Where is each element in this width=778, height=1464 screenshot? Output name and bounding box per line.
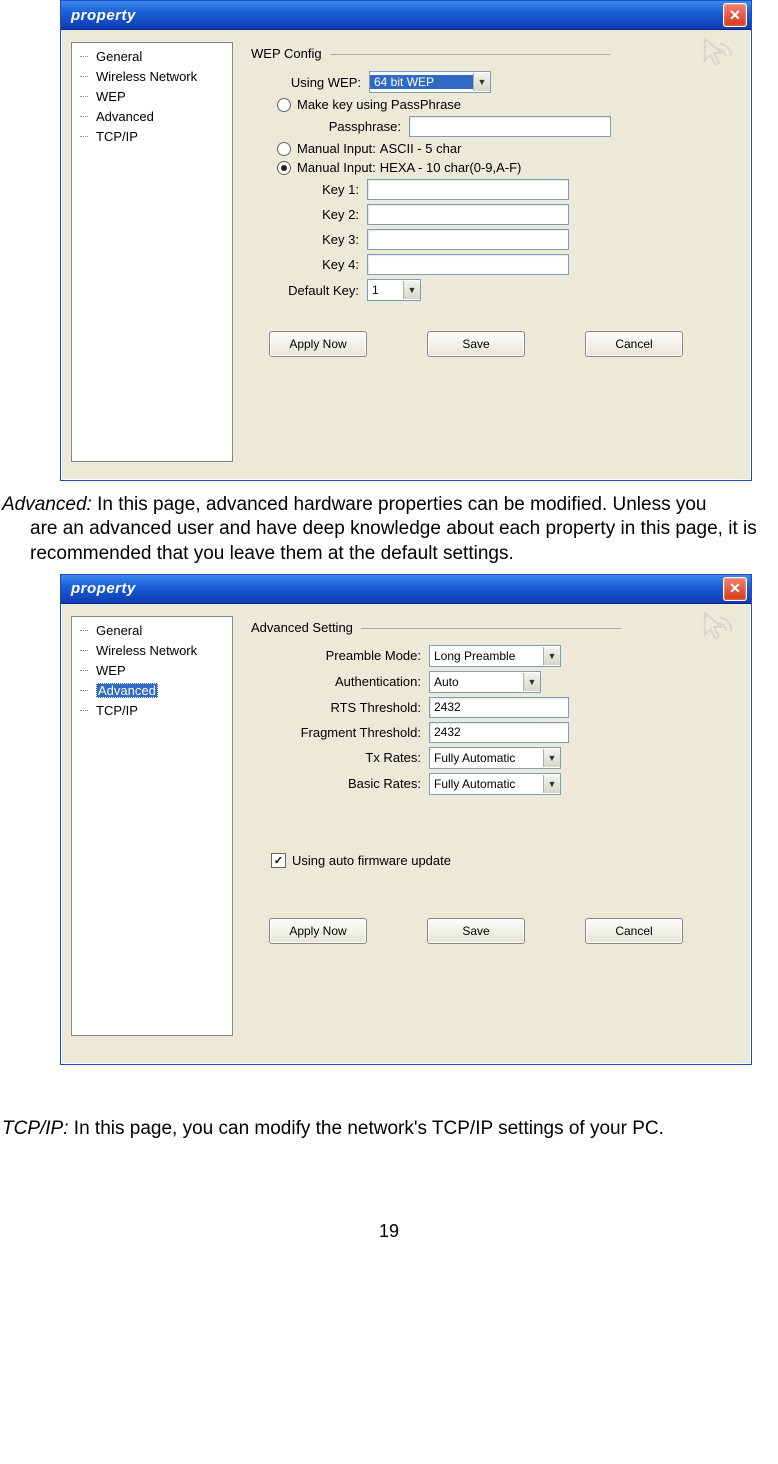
key3-label: Key 3: [251,232,367,247]
titlebar[interactable]: property ✕ [61,1,751,30]
cursor-logo-icon [699,36,737,74]
rts-label: RTS Threshold: [251,700,429,715]
cancel-button[interactable]: Cancel [585,331,683,357]
tree-item-wireless[interactable]: Wireless Network [72,641,232,661]
tree-item-advanced[interactable]: Advanced [72,681,232,701]
save-button[interactable]: Save [427,331,525,357]
frag-input[interactable]: 2432 [429,722,569,743]
key1-input[interactable] [367,179,569,200]
frag-label: Fragment Threshold: [251,725,429,740]
radio-ascii-label: Manual Input: [297,141,376,156]
save-button[interactable]: Save [427,918,525,944]
basic-label: Basic Rates: [251,776,429,791]
key1-label: Key 1: [251,182,367,197]
cancel-button[interactable]: Cancel [585,918,683,944]
tree-item-general[interactable]: General [72,621,232,641]
chevron-down-icon[interactable]: ▼ [403,281,420,299]
rts-input[interactable]: 2432 [429,697,569,718]
basic-select[interactable]: Fully Automatic ▼ [429,773,561,795]
window-title: property [71,7,723,24]
hexa-suffix: HEXA - 10 char(0-9,A-F) [380,160,522,175]
preamble-select[interactable]: Long Preamble ▼ [429,645,561,667]
apply-button[interactable]: Apply Now [269,331,367,357]
auth-label: Authentication: [251,674,429,689]
ascii-suffix: ASCII - 5 char [380,141,462,156]
tx-select[interactable]: Fully Automatic ▼ [429,747,561,769]
window-title: property [71,580,723,597]
key4-input[interactable] [367,254,569,275]
radio-passphrase-label: Make key using PassPhrase [297,97,461,112]
key2-input[interactable] [367,204,569,225]
default-key-select[interactable]: 1 ▼ [367,279,421,301]
tree-item-wep[interactable]: WEP [72,661,232,681]
default-key-label: Default Key: [251,283,367,298]
property-window-advanced: property ✕ General Wireless Network WEP … [60,574,752,1065]
chevron-down-icon[interactable]: ▼ [543,749,560,767]
close-icon[interactable]: ✕ [723,3,747,27]
divider [330,54,610,55]
key2-label: Key 2: [251,207,367,222]
tree-item-tcpip[interactable]: TCP/IP [72,127,232,147]
using-wep-label: Using WEP: [251,75,369,90]
radio-hexa-label: Manual Input: [297,160,376,175]
nav-tree: General Wireless Network WEP Advanced TC… [71,616,233,1036]
tcpip-paragraph: TCP/IP: In this page, you can modify the… [2,1117,776,1141]
property-window-wep: property ✕ General Wireless Network WEP … [60,0,752,481]
radio-hexa[interactable] [277,161,291,175]
preamble-label: Preamble Mode: [251,648,429,663]
chevron-down-icon[interactable]: ▼ [543,647,560,665]
chevron-down-icon[interactable]: ▼ [473,73,490,91]
tx-label: Tx Rates: [251,750,429,765]
passphrase-label: Passphrase: [251,119,409,134]
firmware-checkbox[interactable]: ✓ [271,853,286,868]
apply-button[interactable]: Apply Now [269,918,367,944]
auth-select[interactable]: Auto ▼ [429,671,541,693]
titlebar[interactable]: property ✕ [61,575,751,604]
tree-item-general[interactable]: General [72,47,232,67]
tree-item-wep[interactable]: WEP [72,87,232,107]
chevron-down-icon[interactable]: ▼ [523,673,540,691]
advanced-paragraph: Advanced: In this page, advanced hardwar… [2,493,776,566]
passphrase-input[interactable] [409,116,611,137]
radio-ascii[interactable] [277,142,291,156]
close-icon[interactable]: ✕ [723,577,747,601]
key3-input[interactable] [367,229,569,250]
chevron-down-icon[interactable]: ▼ [543,775,560,793]
firmware-label: Using auto firmware update [292,853,451,868]
key4-label: Key 4: [251,257,367,272]
tree-item-tcpip[interactable]: TCP/IP [72,701,232,721]
page-number: 19 [0,1221,778,1242]
radio-passphrase[interactable] [277,98,291,112]
using-wep-select[interactable]: 64 bit WEP ▼ [369,71,491,93]
tree-item-advanced[interactable]: Advanced [72,107,232,127]
cursor-logo-icon [699,610,737,648]
divider [361,628,621,629]
nav-tree: General Wireless Network WEP Advanced TC… [71,42,233,462]
section-title: Advanced Setting [251,620,353,635]
section-title: WEP Config [251,46,322,61]
tree-item-wireless[interactable]: Wireless Network [72,67,232,87]
